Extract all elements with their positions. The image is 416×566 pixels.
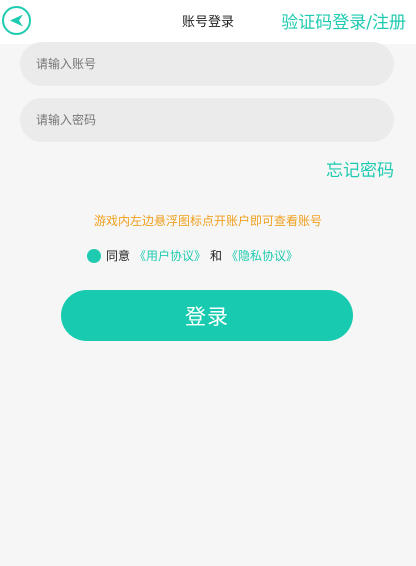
user-agreement-link[interactable]: 《用户协议》 [134,247,206,264]
privacy-policy-link[interactable]: 《隐私协议》 [226,247,298,264]
account-field[interactable] [20,42,394,86]
login-button[interactable]: 登录 [61,290,353,341]
sms-login-register-link[interactable]: 验证码登录/注册 [281,8,406,33]
agree-radio-icon[interactable] [87,248,101,263]
agreement-joiner: 和 [210,249,223,263]
header-bar: 账号登录 验证码登录/注册 [0,0,416,44]
forgot-password-link[interactable]: 忘记密码 [326,156,394,181]
account-input[interactable] [34,56,394,72]
password-field[interactable] [20,98,394,142]
password-input[interactable] [34,112,394,128]
agreement-row: 同意 《用户协议》 和 《隐私协议》 [87,247,302,264]
account-hint: 游戏内左边悬浮图标点开账户即可查看账号 [93,214,322,228]
agree-label: 同意 [106,249,131,263]
